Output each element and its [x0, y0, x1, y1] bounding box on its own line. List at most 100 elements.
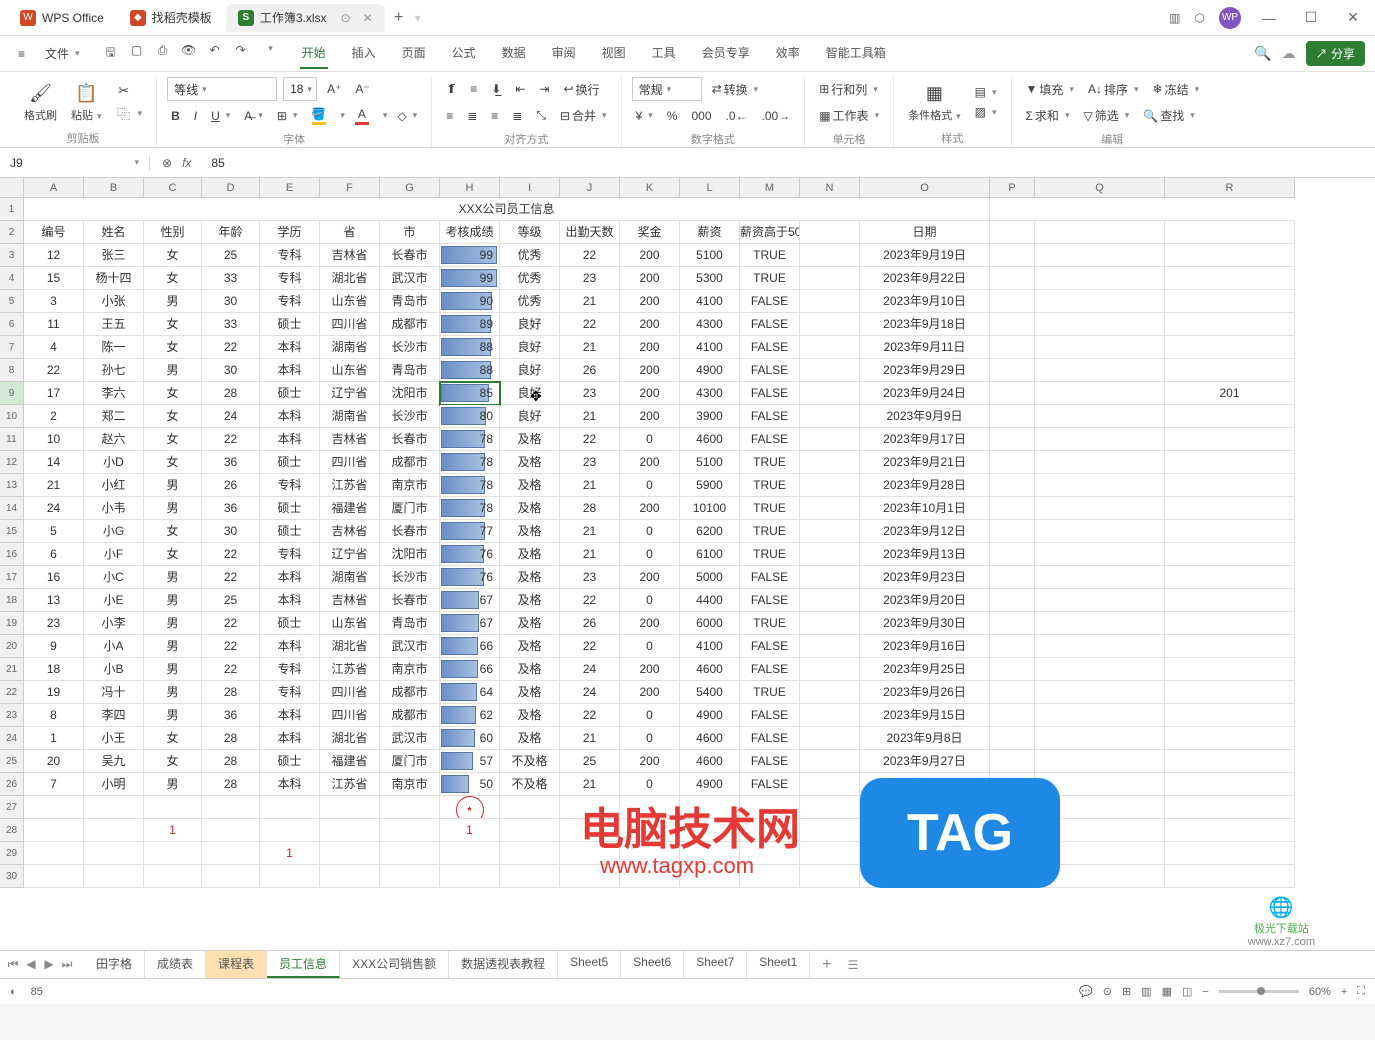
convert-button[interactable]: ⇄ 转换▾ [708, 79, 763, 100]
sheet-tab-9[interactable]: Sheet1 [747, 951, 810, 978]
col-header-G[interactable]: G [380, 178, 440, 198]
cell[interactable] [800, 865, 860, 888]
cell[interactable]: 0 [620, 543, 680, 566]
cell[interactable] [1165, 198, 1295, 221]
col-header-C[interactable]: C [144, 178, 202, 198]
cell[interactable]: 200 [620, 566, 680, 589]
cell[interactable] [1035, 658, 1165, 681]
cell[interactable] [24, 842, 84, 865]
row-header-6[interactable]: 6 [0, 313, 24, 336]
cell[interactable]: 33 [202, 313, 260, 336]
italic-button[interactable]: I [190, 107, 201, 125]
cell[interactable]: FALSE [740, 566, 800, 589]
col-header-M[interactable]: M [740, 178, 800, 198]
cell[interactable]: 16 [24, 566, 84, 589]
cell[interactable]: TRUE [740, 543, 800, 566]
cell-score[interactable]: 76 [440, 543, 500, 566]
col-header-O[interactable]: O [860, 178, 990, 198]
cell[interactable]: 四川省 [320, 704, 380, 727]
tab-dropdown-icon[interactable]: ▾ [415, 11, 421, 25]
cell[interactable] [990, 612, 1035, 635]
redo-icon[interactable]: ↷ [232, 43, 250, 64]
cell[interactable]: 男 [144, 681, 202, 704]
cell[interactable]: 4400 [680, 589, 740, 612]
cell[interactable]: TRUE [740, 497, 800, 520]
cell[interactable]: 陈一 [84, 336, 144, 359]
cell[interactable]: 性别 [144, 221, 202, 244]
cell[interactable]: 2023年9月12日 [860, 520, 990, 543]
cell[interactable]: 女 [144, 428, 202, 451]
cell[interactable]: FALSE [740, 359, 800, 382]
cell[interactable]: 学历 [260, 221, 320, 244]
print-icon[interactable]: ⎙ [154, 43, 172, 64]
col-header-A[interactable]: A [24, 178, 84, 198]
sheet-nav-next-icon[interactable]: ▶ [42, 957, 56, 972]
cell[interactable]: 青岛市 [380, 612, 440, 635]
cell[interactable] [500, 865, 560, 888]
app-tab-workbook[interactable]: S工作簿3.xlsx⊙✕ [226, 4, 385, 32]
cell[interactable]: 3 [24, 290, 84, 313]
cell[interactable]: 2023年9月24日 [860, 382, 990, 405]
cell[interactable] [440, 842, 500, 865]
row-header-18[interactable]: 18 [0, 589, 24, 612]
row-header-14[interactable]: 14 [0, 497, 24, 520]
cell[interactable] [500, 842, 560, 865]
cell[interactable]: 28 [202, 681, 260, 704]
cell[interactable]: 长春市 [380, 428, 440, 451]
sheet-nav-first-icon[interactable]: ⏮ [6, 957, 20, 972]
rows-cols-button[interactable]: ⊞ 行和列▾ [815, 79, 882, 100]
cell[interactable] [1165, 497, 1295, 520]
cell[interactable]: 6 [24, 543, 84, 566]
cell[interactable] [1035, 681, 1165, 704]
cell[interactable]: 25 [202, 589, 260, 612]
row-header-20[interactable]: 20 [0, 635, 24, 658]
cell[interactable]: 30 [202, 520, 260, 543]
sum-button[interactable]: Σ 求和▾ [1022, 105, 1074, 126]
cell[interactable]: 22 [202, 543, 260, 566]
cell[interactable]: FALSE [740, 750, 800, 773]
cell[interactable]: 及格 [500, 612, 560, 635]
cell[interactable]: 江苏省 [320, 773, 380, 796]
cell[interactable] [1165, 336, 1295, 359]
cell[interactable]: 6000 [680, 612, 740, 635]
cell[interactable]: 小明 [84, 773, 144, 796]
cell[interactable] [1035, 290, 1165, 313]
cell[interactable] [1165, 842, 1295, 865]
bold-button[interactable]: B [167, 107, 184, 125]
cell[interactable] [1165, 244, 1295, 267]
cell[interactable]: 23 [560, 382, 620, 405]
cell[interactable]: 王五 [84, 313, 144, 336]
cell[interactable]: 湖北省 [320, 267, 380, 290]
cell[interactable]: 23 [24, 612, 84, 635]
cell[interactable]: 28 [202, 382, 260, 405]
cell[interactable] [800, 704, 860, 727]
cell[interactable] [1165, 865, 1295, 888]
tab-menu-icon[interactable]: ⊙ [341, 11, 351, 25]
cell[interactable]: 200 [620, 658, 680, 681]
cell[interactable]: 男 [144, 566, 202, 589]
cell-score[interactable]: 89 [440, 313, 500, 336]
cell[interactable]: 23 [560, 566, 620, 589]
row-headers[interactable]: 1234567891011121314151617181920212223242… [0, 198, 24, 888]
cell[interactable]: 28 [202, 773, 260, 796]
minimize-button[interactable]: — [1255, 10, 1283, 26]
cell[interactable]: FALSE [740, 313, 800, 336]
cell[interactable]: 12 [24, 244, 84, 267]
cell-score[interactable]: 50 [440, 773, 500, 796]
cell[interactable] [800, 382, 860, 405]
cell[interactable] [560, 842, 620, 865]
cell[interactable] [800, 290, 860, 313]
cell[interactable]: FALSE [740, 773, 800, 796]
cell[interactable]: 11 [24, 313, 84, 336]
cell-score[interactable]: 78 [440, 497, 500, 520]
cell[interactable]: 200 [620, 750, 680, 773]
table-style-button[interactable]: ▤▾ [971, 83, 1001, 101]
cloud-icon[interactable]: ☁ [1282, 45, 1296, 62]
sheet-tab-0[interactable]: 田字格 [84, 951, 145, 978]
cell[interactable] [990, 336, 1035, 359]
cell[interactable]: 男 [144, 359, 202, 382]
cell[interactable]: 吉林省 [320, 244, 380, 267]
cell[interactable] [620, 796, 680, 819]
cell[interactable]: 成都市 [380, 313, 440, 336]
sheet-tab-7[interactable]: Sheet6 [621, 951, 684, 978]
